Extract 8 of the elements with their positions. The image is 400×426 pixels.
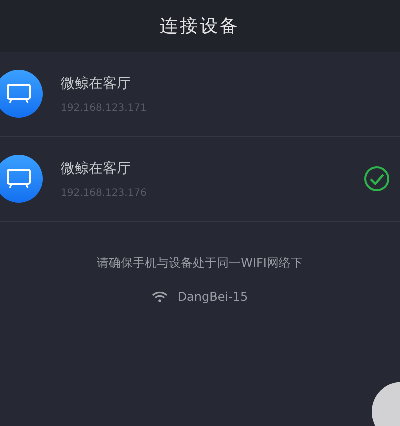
tv-icon — [6, 83, 32, 105]
wifi-icon — [152, 291, 168, 303]
network-notice: 请确保手机与设备处于同一WIFI网络下 — [96, 255, 304, 272]
tv-icon — [6, 168, 32, 190]
device-name: 微鲸在客厅 — [61, 74, 131, 92]
device-name: 微鲸在客厅 — [61, 160, 131, 178]
wifi-name: DangBei-15 — [178, 290, 248, 304]
header-title: 连接设备 — [160, 15, 240, 38]
